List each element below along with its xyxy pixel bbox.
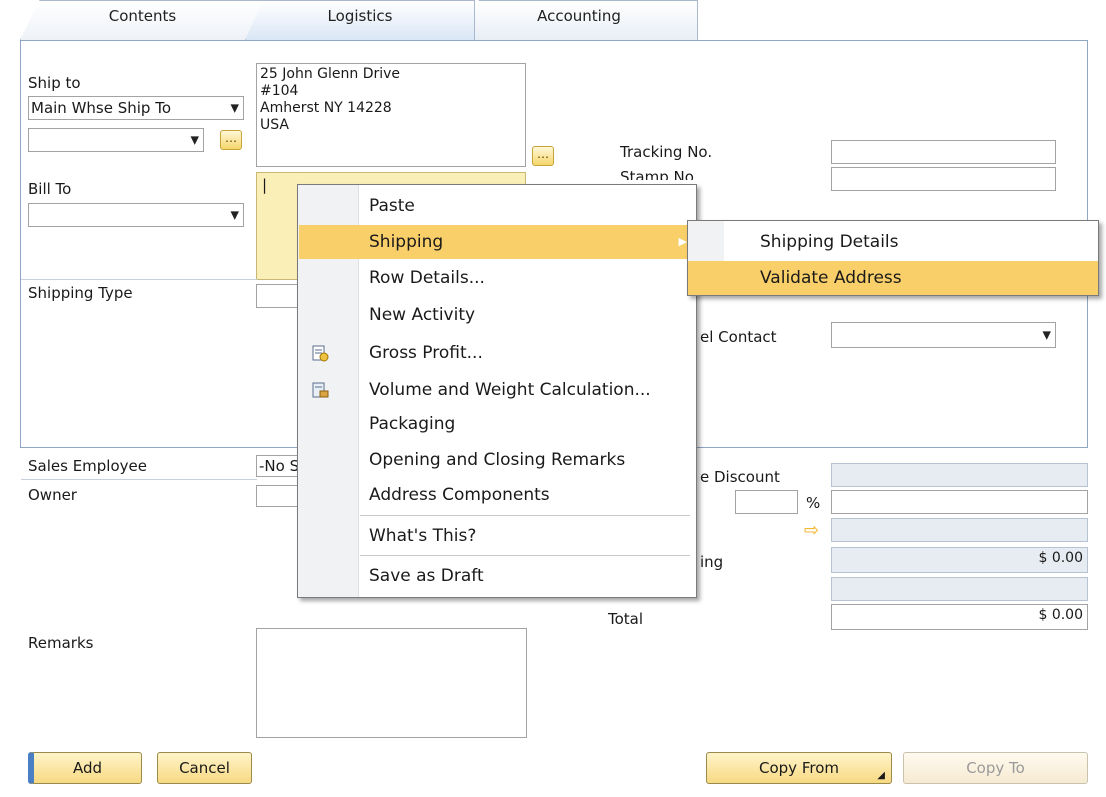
context-menu: Paste Shipping ▶ Row Details... New Activ… [297,184,697,598]
stamp-no-input[interactable] [831,167,1056,191]
tab-contents[interactable]: Contents [20,0,265,40]
menu-item-shipping[interactable]: Shipping ▶ [299,225,695,259]
ship-to-address-line: Amherst NY 14228 [260,100,392,116]
submenu-item-label: Validate Address [760,268,902,288]
total-value: $ 0.00 [1038,607,1083,623]
tab-accounting-label: Accounting [537,7,621,25]
address-browse-button[interactable]: … [532,146,554,166]
tab-contents-label: Contents [108,7,177,25]
menu-item-paste[interactable]: Paste [299,189,695,223]
cancel-button-label: Cancel [179,759,230,777]
add-button[interactable]: Add [28,752,142,784]
ship-to-select-value: Main Whse Ship To [31,99,172,117]
ship-to-label: Ship to [28,74,81,92]
copy-from-button-label: Copy From [759,759,839,777]
divider [21,279,257,280]
freight-field [831,518,1088,542]
ship-to-address-line: USA [260,117,289,133]
sales-employee-label: Sales Employee [28,457,147,475]
copy-to-button-label: Copy To [966,759,1025,777]
menu-item-volume-weight[interactable]: Volume and Weight Calculation... [299,373,695,407]
bp-channel-contact-select[interactable]: ▼ [831,322,1056,348]
menu-item-label: Volume and Weight Calculation... [369,380,651,400]
divider [21,479,257,480]
menu-item-label: Row Details... [369,268,485,288]
copy-from-button[interactable]: Copy From ◢ [706,752,892,784]
menu-item-packaging[interactable]: Packaging [299,407,695,441]
add-button-label: Add [72,759,103,777]
menu-item-label: Save as Draft [369,566,484,586]
menu-item-address-components[interactable]: Address Components [299,478,695,512]
text-cursor: | [262,176,268,194]
discount-amount-input[interactable] [831,490,1088,514]
bp-channel-contact-label: el Contact [700,328,777,346]
ship-to-address-select[interactable]: ▼ [28,128,204,152]
arrow-right-icon[interactable]: ⇨ [804,520,819,541]
ship-to-browse-button[interactable]: … [220,130,242,150]
menu-item-label: Paste [369,196,415,216]
ship-to-address-line: 25 John Glenn Drive [260,66,401,82]
submenu-arrow-icon: ▶ [678,235,687,248]
tab-logistics[interactable]: Logistics [245,0,475,40]
menu-item-label: Address Components [369,485,550,505]
bill-to-select[interactable]: ▼ [28,203,244,227]
menu-separator [360,555,690,556]
menu-item-whats-this[interactable]: What's This? [299,519,695,553]
tab-accounting[interactable]: Accounting [460,0,698,40]
total-before-discount-field [831,463,1088,487]
cancel-button[interactable]: Cancel [157,752,252,784]
total-field: $ 0.00 [831,604,1088,630]
menu-separator [360,515,690,516]
shipping-submenu: Shipping Details Validate Address [687,220,1099,296]
menu-item-opening-closing-remarks[interactable]: Opening and Closing Remarks [299,443,695,477]
copy-to-button: Copy To [903,752,1088,784]
rounding-field: $ 0.00 [831,547,1088,573]
discount-percent-input[interactable] [735,490,798,514]
ship-to-address-field[interactable]: 25 John Glenn Drive #104 Amherst NY 1422… [256,63,526,167]
ship-to-address-line: #104 [260,83,299,99]
menu-item-label: Gross Profit... [369,343,483,363]
tracking-no-input[interactable] [831,140,1056,164]
stamp-no-label: Stamp No. [620,168,699,180]
owner-label: Owner [28,486,77,504]
dropdown-corner-icon: ◢ [877,770,885,781]
menu-item-label: What's This? [369,526,477,546]
discount-label: e Discount [700,468,780,486]
sales-employee-value: -No S [259,457,300,475]
menu-item-label: Opening and Closing Remarks [369,450,626,470]
submenu-item-label: Shipping Details [760,232,899,252]
chevron-down-icon: ▼ [230,101,239,115]
ship-to-select[interactable]: Main Whse Ship To ▼ [28,96,244,120]
bill-to-label: Bill To [28,180,72,198]
submenu-item-validate-address[interactable]: Validate Address [688,261,1098,295]
tax-field [831,577,1088,601]
menu-item-new-activity[interactable]: New Activity [299,298,695,332]
shipping-type-label: Shipping Type [28,284,133,302]
volume-weight-icon [312,382,329,398]
menu-item-label: Packaging [369,414,456,434]
submenu-item-shipping-details[interactable]: Shipping Details [688,225,1098,259]
percent-sign: % [806,494,821,512]
chevron-down-icon: ▼ [190,133,199,147]
menu-item-gross-profit[interactable]: Gross Profit... [299,336,695,370]
menu-item-save-as-draft[interactable]: Save as Draft [299,559,695,593]
remarks-input[interactable] [256,628,527,738]
menu-item-label: Shipping [369,232,444,252]
menu-item-row-details[interactable]: Row Details... [299,261,695,295]
rounding-value: $ 0.00 [1038,550,1083,566]
tab-logistics-label: Logistics [327,7,393,25]
total-label: Total [608,610,644,628]
tracking-no-label: Tracking No. [620,143,713,161]
chevron-down-icon: ▼ [1042,328,1051,342]
remarks-label: Remarks [28,634,94,652]
gross-profit-icon [312,345,329,362]
menu-item-label: New Activity [369,305,476,325]
chevron-down-icon: ▼ [230,208,239,222]
rounding-label: ing [700,553,724,571]
